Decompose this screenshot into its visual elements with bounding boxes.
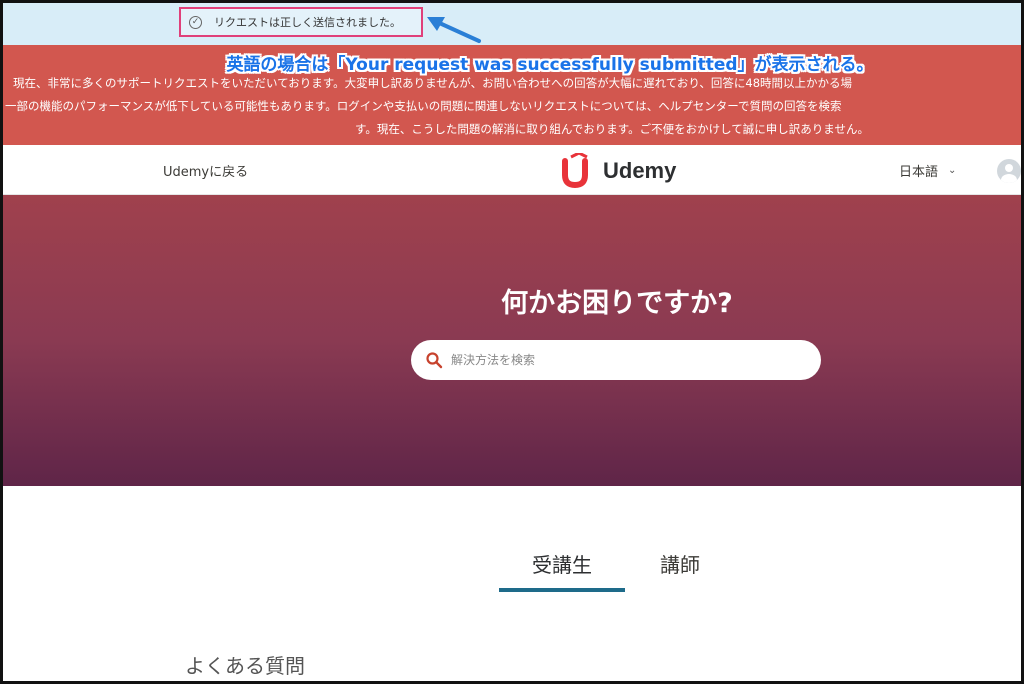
success-notification-bar: ✓ リクエストは正しく送信されました。 — [3, 3, 1021, 45]
udemy-logo-text: Udemy — [603, 158, 677, 183]
search-input[interactable] — [451, 353, 791, 367]
language-label: 日本語 — [899, 165, 939, 180]
audience-tabs: 受講生 講師 — [499, 549, 735, 592]
notice-line-1: 現在、非常に多くのサポートリクエストをいただいております。大変申し訳ありませんが… — [13, 76, 853, 90]
notice-line-3: す。現在、こうした問題の解消に取り組んでおります。ご不便をおかけして誠に申し訳あ… — [355, 122, 869, 136]
help-search-box[interactable] — [411, 340, 821, 380]
success-message: リクエストは正しく送信されました。 — [214, 16, 401, 29]
check-circle-icon: ✓ — [189, 15, 202, 29]
notice-line-2: 一部の機能のパフォーマンスが低下している可能性もあります。ログインや支払いの問題… — [5, 99, 842, 113]
udemy-logo[interactable]: Udemy — [559, 153, 676, 189]
search-icon — [426, 352, 443, 369]
tab-student[interactable]: 受講生 — [499, 549, 625, 592]
udemy-logo-icon — [562, 153, 588, 189]
site-header: Udemyに戻る Udemy 日本語 ⌄ — [3, 145, 1021, 195]
screenshot-frame: ✓ リクエストは正しく送信されました。 英語の場合は「Your request … — [0, 0, 1024, 684]
help-hero: 何かお困りですか? — [3, 195, 1021, 486]
back-to-udemy-link[interactable]: Udemyに戻る — [163, 161, 248, 180]
avatar-icon — [1001, 164, 1017, 183]
user-avatar[interactable] — [997, 159, 1021, 183]
annotation-text: 英語の場合は「Your request was successfully sub… — [226, 55, 874, 75]
hero-title: 何かお困りですか? — [501, 288, 733, 319]
chevron-down-icon: ⌄ — [948, 165, 957, 176]
language-selector[interactable]: 日本語 ⌄ — [899, 161, 956, 180]
success-message-box: ✓ リクエストは正しく送信されました。 — [179, 7, 423, 37]
support-delay-notice: 英語の場合は「Your request was successfully sub… — [3, 45, 1021, 145]
tab-instructor[interactable]: 講師 — [625, 549, 735, 592]
annotation-arrow-icon — [427, 17, 481, 43]
faq-heading: よくある質問 — [185, 654, 305, 678]
